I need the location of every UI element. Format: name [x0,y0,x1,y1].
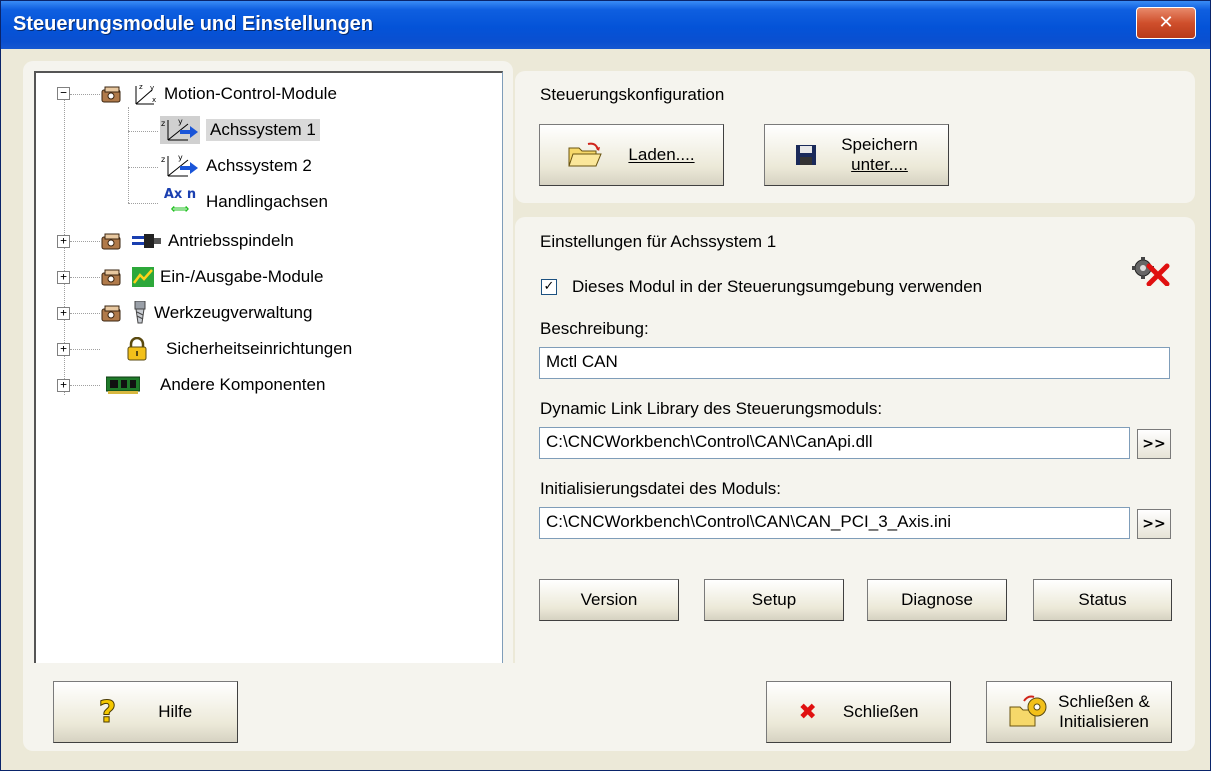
close-button[interactable]: ✖ Schließen [766,681,951,743]
module-stack-icon [101,233,121,250]
tree-item-label: Andere Komponenten [160,375,326,394]
help-icon: ? [98,694,117,730]
description-label: Beschreibung: [540,319,649,338]
status-button[interactable]: Status [1033,579,1172,621]
folder-gear-icon [1009,695,1047,727]
close-init-label-line-1: Schließen & [1058,692,1150,711]
expand-toggle-sicherheitseinrichtungen[interactable]: + [57,343,70,356]
tree-item-label: Motion-Control-Module [164,84,337,103]
expand-toggle-werkzeugverwaltung[interactable]: + [57,307,70,320]
tree-item-motion-control-module[interactable]: zyx Motion-Control-Module [100,81,337,107]
tree-item-andere-komponenten[interactable]: Andere Komponenten [106,372,325,398]
io-module-icon [132,267,154,287]
tree-item-label: Achssystem 2 [206,156,312,175]
svg-text:y: y [178,153,183,162]
disconnect-gear-icon [1132,257,1170,286]
title-bar: Steuerungsmodule und Einstellungen ✕ [1,1,1210,49]
tree-item-ein-ausgabe-module[interactable]: Ein-/Ausgabe-Module [100,264,323,290]
expand-toggle-andere-komponenten[interactable]: + [57,379,70,392]
window-title: Steuerungsmodule und Einstellungen [13,13,374,35]
module-stack-icon [101,86,121,103]
tree-item-label: Handlingachsen [206,192,328,211]
use-module-label: Dieses Modul in der Steuerungsumgebung v… [572,277,983,296]
tree-item-label: Ein-/Ausgabe-Module [160,267,324,286]
tree-item-achssystem-1[interactable]: zy Achssystem 1 [160,116,320,144]
help-button-label: Hilfe [158,702,193,721]
tool-icon [134,301,146,324]
tree-item-achssystem-2[interactable]: zy Achssystem 2 [160,153,312,179]
description-input[interactable]: Mctl CAN [539,347,1170,379]
svg-text:x: x [152,96,156,104]
tree-item-handlingachsen[interactable]: Ax n ⟺ Handlingachsen [160,187,328,217]
save-as-label-line-1: Speichern [841,135,918,154]
module-stack-icon [101,269,121,286]
ini-label: Initialisierungsdatei des Moduls: [540,479,781,498]
axis-icon: z yx [135,83,156,105]
window-close-button[interactable]: ✕ [1136,7,1196,39]
dll-browse-button[interactable]: >> [1137,429,1171,459]
use-module-checkbox[interactable]: ✓ [541,279,557,295]
expand-toggle-motion-control[interactable]: − [57,87,70,100]
load-button-label: Laden.... [628,145,695,164]
close-button-label: Schließen [842,702,919,721]
ini-path-input[interactable]: C:\CNCWorkbench\Control\CAN\CAN_PCI_3_Ax… [539,507,1130,539]
svg-text:z: z [139,83,143,91]
axis-system-icon: zy [161,153,198,177]
svg-text:z: z [161,119,165,128]
tree-item-antriebsspindeln[interactable]: Antriebsspindeln [100,228,294,254]
load-button[interactable]: Laden.... [539,124,724,186]
close-init-label-line-2: Initialisieren [1059,712,1149,731]
svg-text:z: z [161,155,165,164]
module-tree[interactable]: − zyx Motion-Control-Module zy Achssyste… [34,71,503,733]
tree-item-label: Achssystem 1 [206,119,320,141]
ini-browse-button[interactable]: >> [1137,509,1171,539]
version-button[interactable]: Version [539,579,679,621]
lock-icon [127,337,147,361]
dll-path-input[interactable]: C:\CNCWorkbench\Control\CAN\CanApi.dll [539,427,1130,459]
close-x-icon: ✖ [798,699,817,725]
axis-system-icon: zy [160,116,200,144]
diagnose-button[interactable]: Diagnose [867,579,1007,621]
config-heading: Steuerungskonfiguration [540,85,725,104]
component-icon [106,376,140,394]
settings-heading: Einstellungen für Achssystem 1 [540,232,777,251]
tree-item-sicherheitseinrichtungen[interactable]: Sicherheitseinrichtungen [126,336,352,362]
tree-item-label: Antriebsspindeln [168,231,294,250]
spindle-icon [132,234,161,248]
floppy-disk-icon [796,145,817,165]
tree-item-label: Werkzeugverwaltung [154,303,313,322]
dll-label: Dynamic Link Library des Steuerungsmodul… [540,399,883,418]
svg-text:y: y [150,84,154,92]
module-stack-icon [101,305,121,322]
dialog-window: Steuerungsmodule und Einstellungen ✕ − z… [0,0,1211,771]
handling-axis-icon: Ax n ⟺ [163,187,197,217]
expand-toggle-io-module[interactable]: + [57,271,70,284]
save-as-button[interactable]: Speichern unter.... [764,124,949,186]
setup-button[interactable]: Setup [704,579,844,621]
close-and-initialize-button[interactable]: Schließen & Initialisieren [986,681,1172,743]
help-button[interactable]: ? Hilfe [53,681,238,743]
expand-toggle-antriebsspindeln[interactable]: + [57,235,70,248]
tree-item-label: Sicherheitseinrichtungen [166,339,353,358]
tree-item-werkzeugverwaltung[interactable]: Werkzeugverwaltung [100,300,312,326]
open-folder-icon [568,142,603,167]
svg-text:y: y [178,117,183,126]
save-as-label-line-2: unter.... [851,155,908,174]
